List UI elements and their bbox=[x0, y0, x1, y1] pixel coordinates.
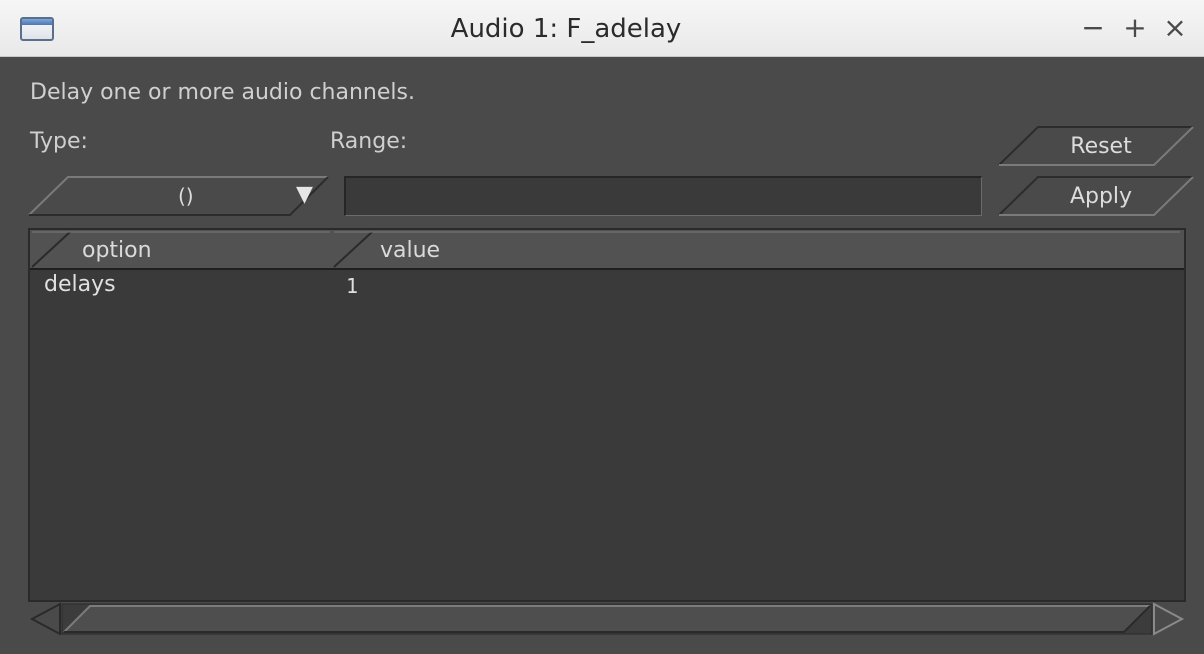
apply-button-label: Apply bbox=[1069, 183, 1133, 209]
minimize-button[interactable]: − bbox=[1078, 10, 1108, 46]
type-label: Type: bbox=[30, 129, 88, 154]
column-header-value-label: value bbox=[380, 238, 441, 263]
scroll-left-arrow-icon bbox=[29, 602, 61, 636]
type-dropdown[interactable]: () ▼ bbox=[28, 176, 330, 216]
horizontal-scrollbar[interactable] bbox=[28, 602, 1186, 636]
scroll-right-arrow-icon bbox=[1153, 602, 1185, 636]
maximize-button[interactable]: + bbox=[1120, 10, 1150, 46]
reset-button[interactable]: Reset bbox=[998, 126, 1194, 166]
close-button[interactable]: × bbox=[1160, 10, 1190, 46]
type-dropdown-value: () bbox=[178, 184, 194, 208]
value-cell: 1 bbox=[346, 274, 359, 298]
scrollbar-shape bbox=[29, 602, 1185, 636]
column-header-option-label: option bbox=[82, 238, 152, 263]
dropdown-arrow-icon: ▼ bbox=[296, 182, 313, 207]
column-header-option-shape bbox=[31, 231, 330, 268]
options-table: option value delays 1 bbox=[28, 228, 1186, 602]
filter-description: Delay one or more audio channels. bbox=[30, 80, 415, 105]
window-title: Audio 1: F_adelay bbox=[450, 14, 682, 44]
column-header-value-shape bbox=[333, 231, 1180, 268]
column-header-option[interactable]: option bbox=[30, 230, 332, 268]
apply-button[interactable]: Apply bbox=[998, 176, 1194, 216]
title-bar: Audio 1: F_adelay − + × bbox=[0, 0, 1204, 57]
table-row[interactable]: delays 1 bbox=[30, 272, 1184, 306]
column-header-value[interactable]: value bbox=[332, 230, 1182, 268]
range-input[interactable] bbox=[344, 176, 982, 216]
reset-button-label: Reset bbox=[1070, 133, 1132, 159]
table-header: option value bbox=[30, 230, 1184, 270]
option-cell: delays bbox=[44, 272, 116, 297]
range-label: Range: bbox=[330, 129, 408, 154]
